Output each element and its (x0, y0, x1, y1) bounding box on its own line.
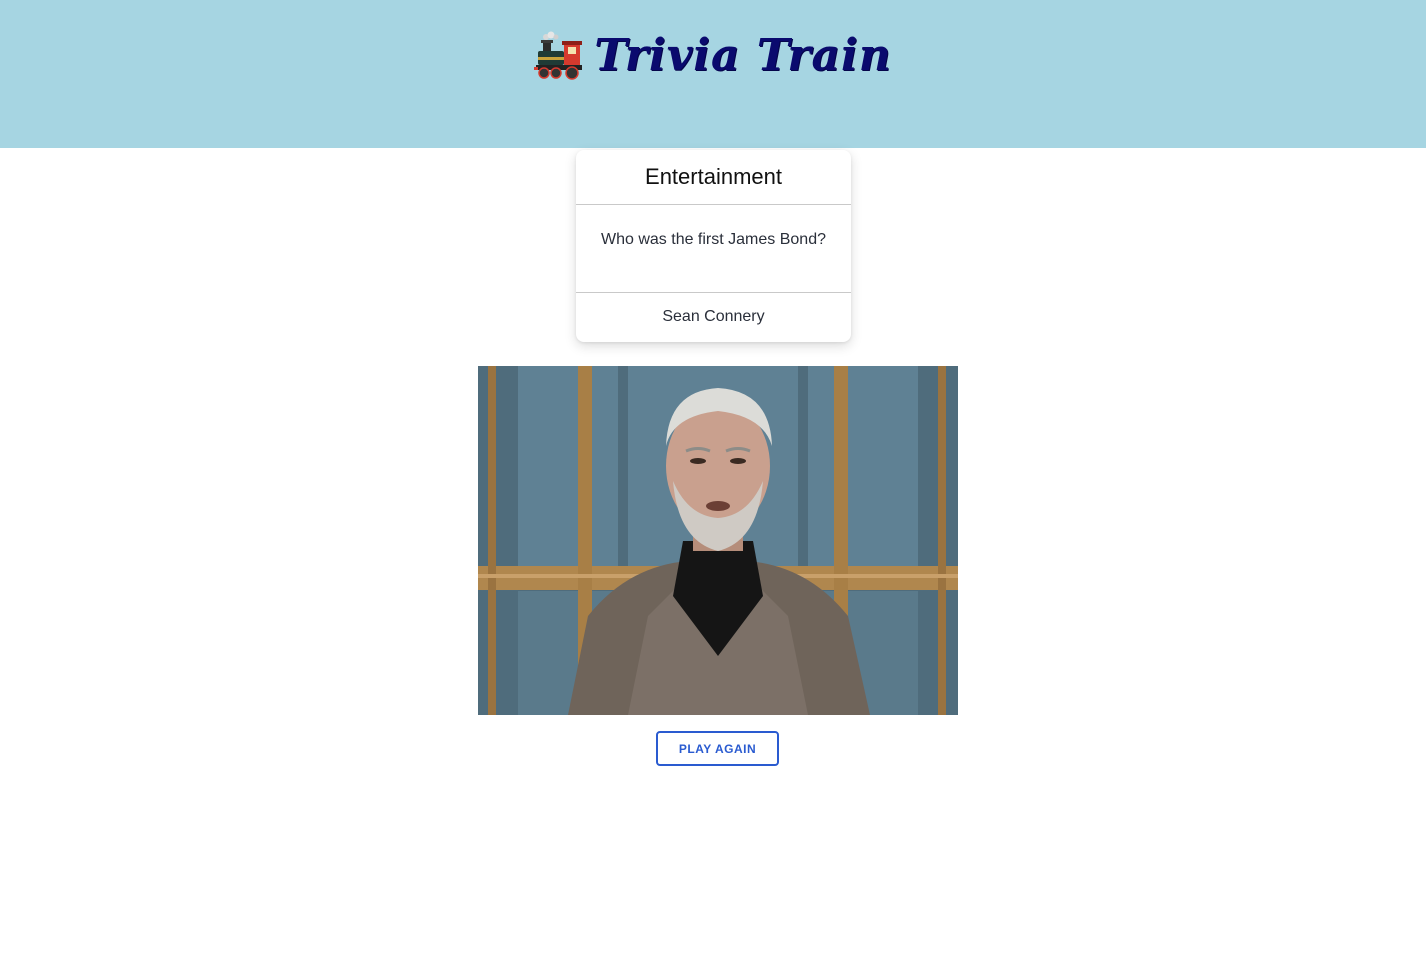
card-question: Who was the first James Bond? (576, 205, 851, 293)
result-gif (478, 366, 958, 715)
app-title: Trivia Train (594, 30, 892, 81)
card-answer: Sean Connery (662, 308, 765, 325)
train-icon (534, 31, 584, 81)
app-header: Trivia Train (0, 0, 1426, 148)
play-again-button[interactable]: PLAY AGAIN (656, 731, 779, 766)
question-card: Entertainment Who was the first James Bo… (576, 150, 851, 342)
card-category: Entertainment (576, 150, 851, 205)
brand: Trivia Train (0, 28, 1426, 84)
